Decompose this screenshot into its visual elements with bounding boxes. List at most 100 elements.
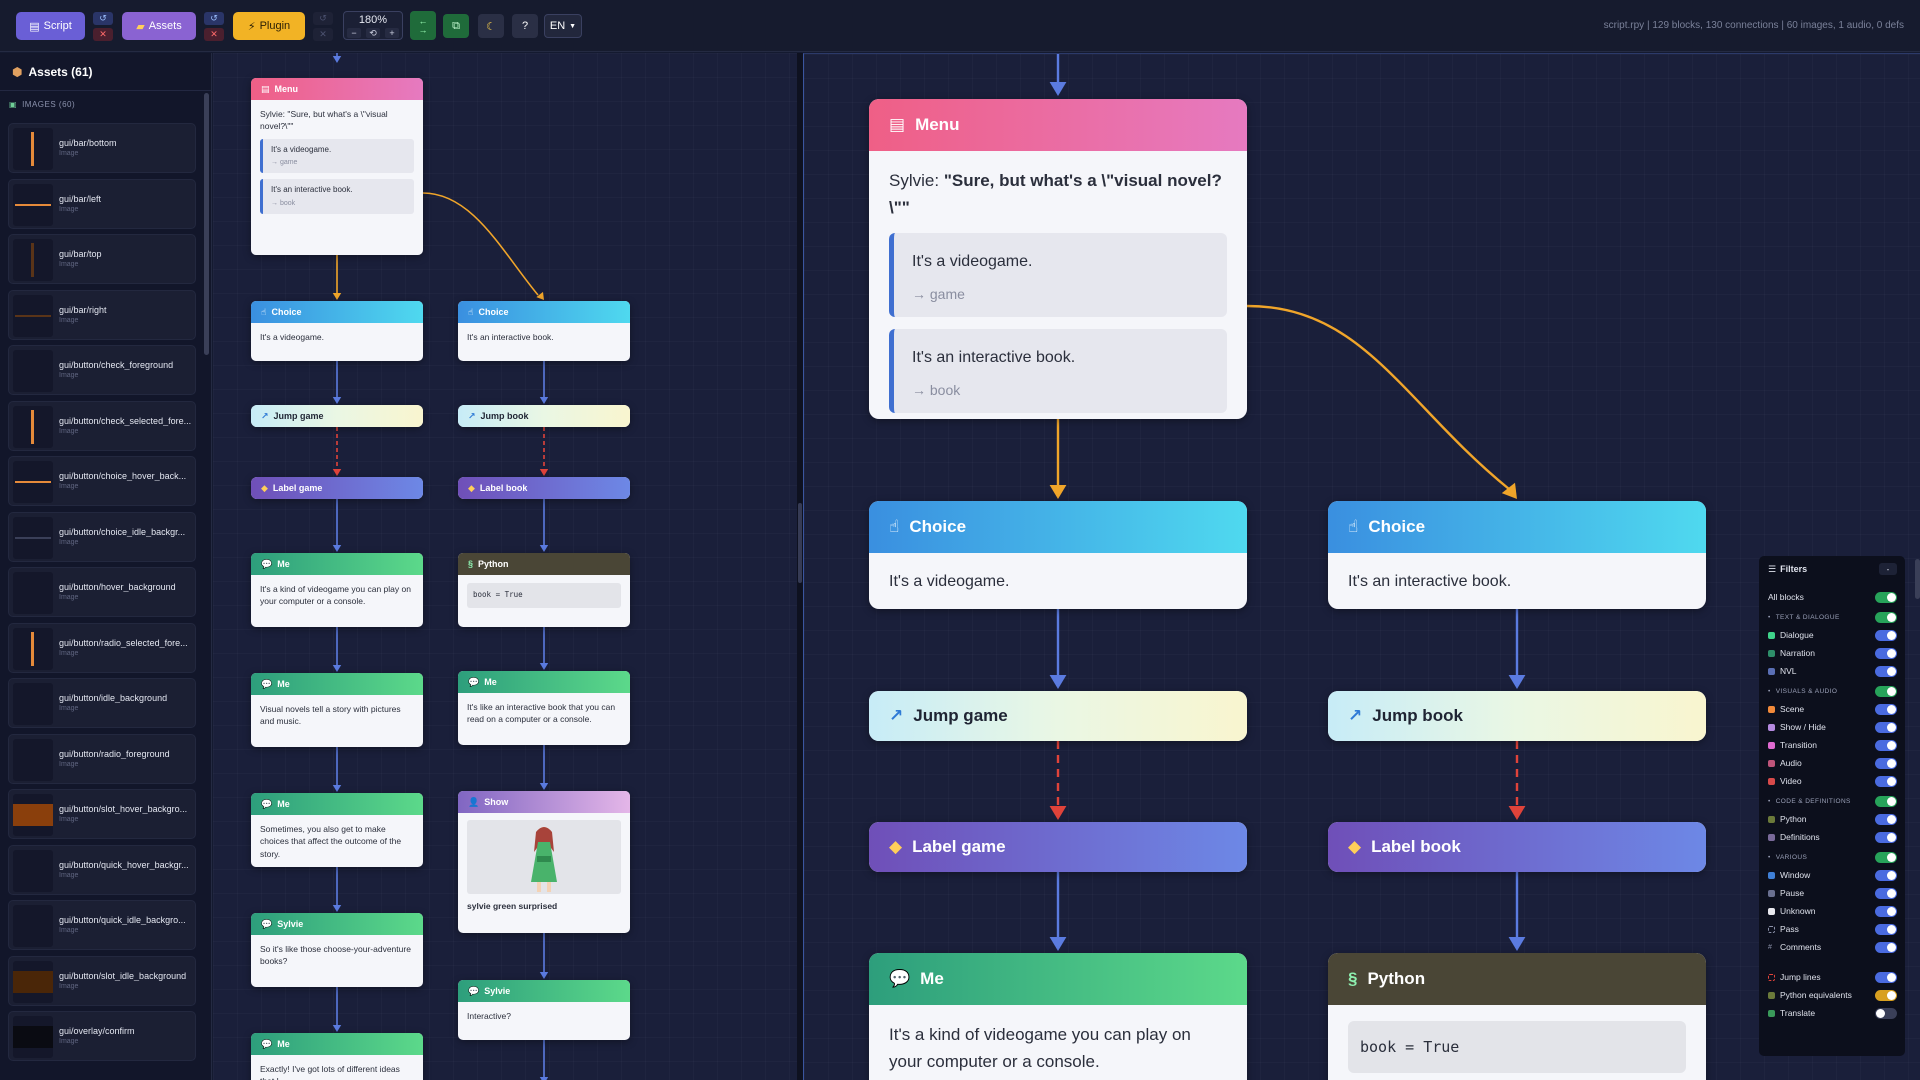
say-block-me-4[interactable]: 💬 Me Exactly! I've got lots of different … bbox=[251, 1033, 423, 1080]
filter-pass[interactable]: Pass bbox=[1768, 922, 1897, 936]
swap-arrows-button[interactable]: ← → bbox=[410, 11, 436, 40]
toggle-python[interactable] bbox=[1875, 814, 1897, 825]
choice-block-game-large[interactable]: ☝ Choice It's a videogame. bbox=[869, 501, 1247, 609]
toggle-definitions[interactable] bbox=[1875, 832, 1897, 843]
choice-block-game[interactable]: ☝ Choice It's a videogame. bbox=[251, 301, 423, 361]
python-block[interactable]: § Python book = True bbox=[458, 553, 630, 627]
toggle-unknown[interactable] bbox=[1875, 906, 1897, 917]
say-block-me-1[interactable]: 💬 Me It's a kind of videogame you can pla… bbox=[251, 553, 423, 627]
script-tab-button[interactable]: ▤ Script bbox=[16, 12, 85, 40]
plugin-close-icon[interactable]: ✕ bbox=[313, 28, 333, 41]
toggle-narration[interactable] bbox=[1875, 648, 1897, 659]
menu-block[interactable]: ▤ Menu Sylvie: "Sure, but what's a \"visu… bbox=[251, 78, 423, 255]
toggle-dialogue[interactable] bbox=[1875, 630, 1897, 641]
menu-block-large[interactable]: ▤ Menu Sylvie: "Sure, but what's a \"visu… bbox=[869, 99, 1247, 419]
menu-option-game-large[interactable]: It's a videogame. → game bbox=[889, 233, 1227, 318]
asset-item[interactable]: gui/button/idle_background Image bbox=[8, 678, 196, 728]
filter-narration[interactable]: Narration bbox=[1768, 646, 1897, 660]
graph-scrollbar[interactable] bbox=[1915, 559, 1920, 599]
asset-item[interactable]: gui/button/hover_background Image bbox=[8, 567, 196, 617]
filter-scene[interactable]: Scene bbox=[1768, 702, 1897, 716]
asset-item[interactable]: gui/button/quick_hover_backgr... Image bbox=[8, 844, 196, 895]
filter-nvl[interactable]: NVL bbox=[1768, 664, 1897, 678]
language-select[interactable]: EN ▼ bbox=[544, 14, 582, 38]
toggle-section-visual[interactable] bbox=[1875, 686, 1897, 697]
asset-item[interactable]: gui/button/radio_foreground Image bbox=[8, 733, 196, 784]
label-block-book-large[interactable]: ◆ Label book bbox=[1328, 822, 1706, 872]
say-block-me-1-large[interactable]: 💬 Me It's a kind of videogame you can pla… bbox=[869, 953, 1247, 1080]
toggle-nvl[interactable] bbox=[1875, 666, 1897, 677]
assets-close-icon[interactable]: ✕ bbox=[204, 28, 224, 41]
asset-item[interactable]: gui/button/quick_idle_backgro... Image bbox=[8, 900, 196, 950]
label-block-game-large[interactable]: ◆ Label game bbox=[869, 822, 1247, 872]
filter-dialogue[interactable]: Dialogue bbox=[1768, 628, 1897, 642]
filter-section-various[interactable]: • VARIOUS bbox=[1768, 850, 1897, 864]
jump-block-book[interactable]: ↗ Jump book bbox=[458, 405, 630, 427]
sidebar-scrollbar[interactable] bbox=[204, 93, 209, 355]
layout-toggle-button[interactable]: ⧉ bbox=[443, 14, 469, 38]
script-close-icon[interactable]: ✕ bbox=[93, 28, 113, 41]
toggle-window[interactable] bbox=[1875, 870, 1897, 881]
toggle-section-various[interactable] bbox=[1875, 852, 1897, 863]
menu-option-book-large[interactable]: It's an interactive book. → book bbox=[889, 329, 1227, 414]
toggle-section-code[interactable] bbox=[1875, 796, 1897, 807]
images-section-header[interactable]: ▣ IMAGES (60) bbox=[0, 91, 211, 117]
toggle-comments[interactable] bbox=[1875, 942, 1897, 953]
jump-block-book-large[interactable]: ↗ Jump book bbox=[1328, 691, 1706, 741]
filter-jump-lines[interactable]: Jump lines bbox=[1768, 970, 1897, 984]
assets-reload-icon[interactable]: ↺ bbox=[204, 12, 224, 25]
filter-definitions[interactable]: Definitions bbox=[1768, 830, 1897, 844]
plugin-reload-icon[interactable]: ↺ bbox=[313, 12, 333, 25]
say-block-sylvie-2[interactable]: 💬 Sylvie Interactive? bbox=[458, 980, 630, 1040]
filter-window[interactable]: Window bbox=[1768, 868, 1897, 882]
help-button[interactable]: ? bbox=[512, 14, 538, 38]
theme-toggle-button[interactable]: ☾ bbox=[478, 14, 504, 38]
asset-item[interactable]: gui/button/check_foreground Image bbox=[8, 345, 196, 395]
filter-audio[interactable]: Audio bbox=[1768, 756, 1897, 770]
toggle-video[interactable] bbox=[1875, 776, 1897, 787]
asset-item[interactable]: gui/bar/right Image bbox=[8, 289, 196, 340]
filter-video[interactable]: Video bbox=[1768, 774, 1897, 788]
asset-item[interactable]: gui/button/choice_hover_back... Image bbox=[8, 456, 196, 506]
toggle-scene[interactable] bbox=[1875, 704, 1897, 715]
toggle-jump-lines[interactable] bbox=[1875, 972, 1897, 983]
asset-item[interactable]: gui/bar/top Image bbox=[8, 234, 196, 284]
toggle-pass[interactable] bbox=[1875, 924, 1897, 935]
asset-item[interactable]: gui/button/radio_selected_fore... Image bbox=[8, 622, 196, 673]
toggle-section-text[interactable] bbox=[1875, 612, 1897, 623]
asset-item[interactable]: gui/bar/left Image bbox=[8, 178, 196, 229]
filter-python-equivalents[interactable]: Python equivalents bbox=[1768, 988, 1897, 1002]
toggle-translate[interactable] bbox=[1875, 1008, 1897, 1019]
filter-unknown[interactable]: Unknown bbox=[1768, 904, 1897, 918]
show-block[interactable]: 👤 Show sylvie green surprised bbox=[458, 791, 630, 933]
jump-block-game[interactable]: ↗ Jump game bbox=[251, 405, 423, 427]
say-block-sylvie-1[interactable]: 💬 Sylvie So it's like those choose-your-a… bbox=[251, 913, 423, 987]
divider-handle[interactable] bbox=[798, 503, 802, 583]
menu-option-book[interactable]: It's an interactive book. → book bbox=[260, 179, 414, 215]
filter-all-blocks[interactable]: All blocks bbox=[1768, 590, 1897, 604]
jump-block-game-large[interactable]: ↗ Jump game bbox=[869, 691, 1247, 741]
filter-pause[interactable]: Pause bbox=[1768, 886, 1897, 900]
asset-item[interactable]: gui/bar/bottom Image bbox=[8, 123, 196, 173]
toggle-pause[interactable] bbox=[1875, 888, 1897, 899]
asset-item[interactable]: gui/button/slot_hover_backgro... Image bbox=[8, 789, 196, 839]
filter-comments[interactable]: # Comments bbox=[1768, 940, 1897, 954]
asset-item[interactable]: gui/button/slot_idle_background Image bbox=[8, 955, 196, 1006]
asset-item[interactable]: gui/button/choice_idle_backgr... Image bbox=[8, 511, 196, 562]
python-block-large[interactable]: § Python book = True bbox=[1328, 953, 1706, 1080]
filter-section-code[interactable]: • CODE & DEFINITIONS bbox=[1768, 794, 1897, 808]
filter-section-text[interactable]: • TEXT & DIALOGUE bbox=[1768, 610, 1897, 624]
filter-transition[interactable]: Transition bbox=[1768, 738, 1897, 752]
asset-item[interactable]: gui/overlay/confirm Image bbox=[8, 1011, 196, 1061]
toggle-python-equivalents[interactable] bbox=[1875, 990, 1897, 1001]
filter-python[interactable]: Python bbox=[1768, 812, 1897, 826]
assets-tab-button[interactable]: ▰ Assets bbox=[122, 12, 196, 40]
zoom-reset-button[interactable]: ⟲ bbox=[366, 28, 380, 38]
filter-show-hide[interactable]: Show / Hide bbox=[1768, 720, 1897, 734]
filter-translate[interactable]: Translate bbox=[1768, 1006, 1897, 1020]
zoom-in-button[interactable]: + bbox=[385, 28, 399, 38]
toggle-show-hide[interactable] bbox=[1875, 722, 1897, 733]
say-block-me-book[interactable]: 💬 Me It's like an interactive book that y… bbox=[458, 671, 630, 745]
label-block-book[interactable]: ◆ Label book bbox=[458, 477, 630, 499]
asset-item[interactable]: gui/button/check_selected_fore... Image bbox=[8, 400, 196, 451]
